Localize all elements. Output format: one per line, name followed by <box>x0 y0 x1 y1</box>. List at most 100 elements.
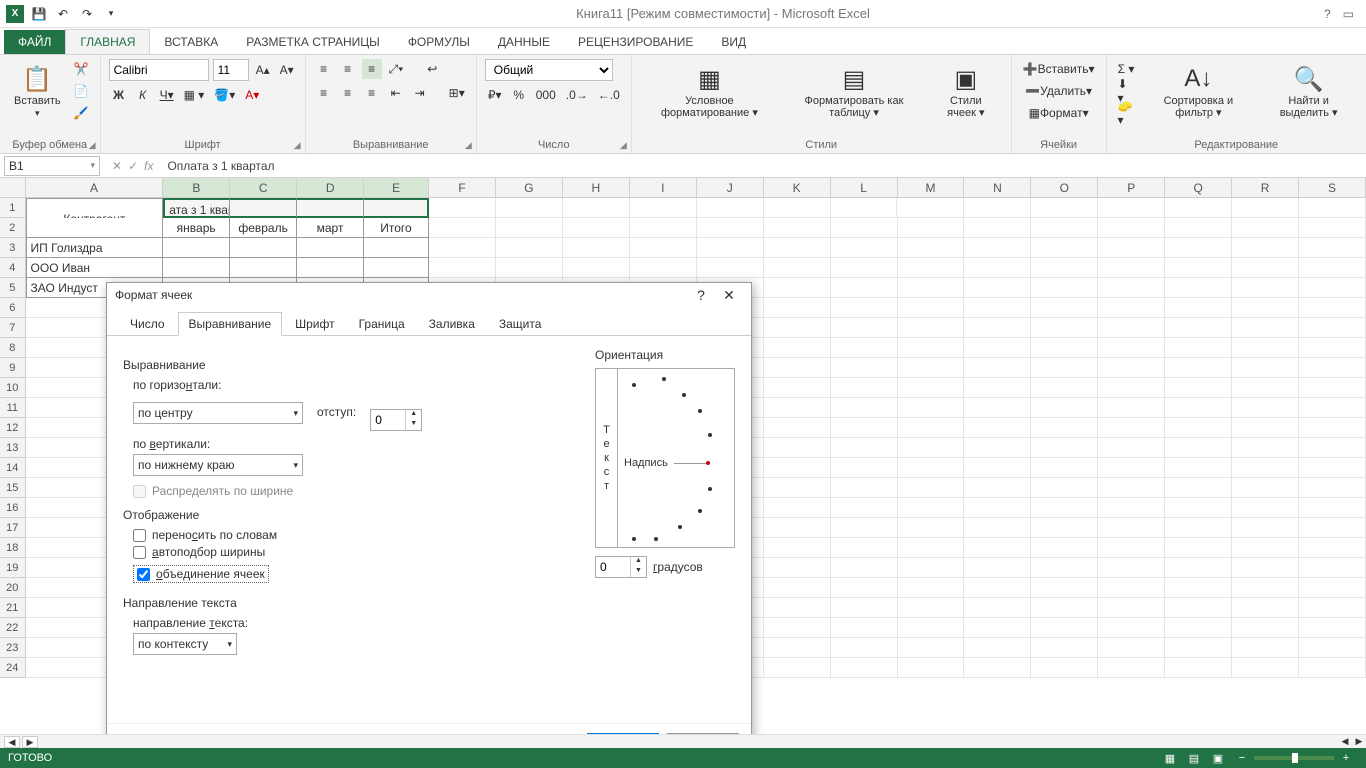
column-header[interactable]: I <box>630 178 697 197</box>
cell[interactable] <box>1031 338 1098 358</box>
row-header[interactable]: 24 <box>0 658 26 678</box>
cell[interactable] <box>831 478 898 498</box>
row-header[interactable]: 22 <box>0 618 26 638</box>
cell[interactable] <box>831 358 898 378</box>
cell[interactable] <box>1232 358 1299 378</box>
cell[interactable] <box>630 218 697 238</box>
cell[interactable] <box>1232 638 1299 658</box>
cell[interactable] <box>764 618 831 638</box>
cell[interactable] <box>964 618 1031 638</box>
cell[interactable] <box>1165 538 1232 558</box>
cell[interactable] <box>898 318 965 338</box>
cell[interactable] <box>1299 458 1366 478</box>
view-page-layout-icon[interactable]: ▤ <box>1182 752 1206 765</box>
cell[interactable] <box>831 218 898 238</box>
cell[interactable] <box>1299 398 1366 418</box>
cell[interactable] <box>1232 418 1299 438</box>
cell[interactable] <box>964 418 1031 438</box>
sort-filter-button[interactable]: A↓Сортировка и фильтр ▾ <box>1142 59 1256 123</box>
redo-icon[interactable]: ↷ <box>76 3 98 25</box>
cell[interactable] <box>1232 538 1299 558</box>
cell[interactable] <box>964 258 1031 278</box>
align-right-icon[interactable]: ≡ <box>362 83 382 103</box>
row-header[interactable]: 9 <box>0 358 26 378</box>
cell[interactable] <box>964 658 1031 678</box>
cell[interactable]: ООО Иван <box>26 258 164 278</box>
cell[interactable] <box>898 498 965 518</box>
cell[interactable] <box>630 258 697 278</box>
cell[interactable]: Итого <box>364 218 429 238</box>
cell[interactable] <box>1098 278 1165 298</box>
column-header[interactable]: C <box>230 178 297 197</box>
row-header[interactable]: 12 <box>0 418 26 438</box>
column-header[interactable]: E <box>364 178 429 197</box>
bold-button[interactable]: Ж <box>109 85 129 105</box>
horizontal-align-combo[interactable]: по центру▾ <box>133 402 303 424</box>
cell[interactable] <box>1232 398 1299 418</box>
row-header[interactable]: 17 <box>0 518 26 538</box>
cell[interactable] <box>1165 658 1232 678</box>
thousands-icon[interactable]: 000 <box>533 85 559 105</box>
cell[interactable] <box>1299 358 1366 378</box>
fx-icon[interactable]: fx <box>144 159 153 173</box>
row-header[interactable]: 3 <box>0 238 26 258</box>
dlg-tab-border[interactable]: Граница <box>348 312 416 336</box>
format-cells-button[interactable]: ▦ Формат ▾ <box>1020 103 1098 123</box>
dlg-tab-number[interactable]: Число <box>119 312 176 336</box>
cell[interactable] <box>1031 218 1098 238</box>
excel-app-icon[interactable]: X <box>4 3 26 25</box>
cell[interactable] <box>429 198 496 218</box>
cell[interactable] <box>831 278 898 298</box>
tab-review[interactable]: РЕЦЕНЗИРОВАНИЕ <box>564 30 707 54</box>
row-header[interactable]: 4 <box>0 258 26 278</box>
row-header[interactable]: 16 <box>0 498 26 518</box>
cell[interactable] <box>1098 598 1165 618</box>
cell[interactable] <box>898 378 965 398</box>
row-header[interactable]: 10 <box>0 378 26 398</box>
cell[interactable] <box>764 598 831 618</box>
cell[interactable] <box>697 238 764 258</box>
cell[interactable] <box>1098 658 1165 678</box>
paste-button[interactable]: 📋 Вставить ▾ <box>8 59 67 122</box>
cell[interactable] <box>1165 258 1232 278</box>
row-header[interactable]: 7 <box>0 318 26 338</box>
cell[interactable] <box>1031 378 1098 398</box>
cell[interactable] <box>230 258 297 278</box>
cell[interactable] <box>1232 598 1299 618</box>
cell[interactable] <box>964 358 1031 378</box>
cell[interactable] <box>898 338 965 358</box>
cell[interactable] <box>831 238 898 258</box>
cell[interactable] <box>1098 338 1165 358</box>
cell[interactable] <box>1031 458 1098 478</box>
cell[interactable] <box>1031 598 1098 618</box>
percent-icon[interactable]: % <box>509 85 529 105</box>
cell[interactable] <box>898 358 965 378</box>
dialog-titlebar[interactable]: Формат ячеек ? ✕ <box>107 283 751 307</box>
cell[interactable] <box>964 558 1031 578</box>
view-normal-icon[interactable]: ▦ <box>1158 752 1182 765</box>
cell[interactable] <box>831 638 898 658</box>
indent-value[interactable] <box>371 413 405 427</box>
cell[interactable] <box>1299 638 1366 658</box>
merge-icon[interactable]: ⊞▾ <box>446 83 468 103</box>
cell[interactable] <box>764 378 831 398</box>
number-launcher-icon[interactable]: ◢ <box>620 140 627 151</box>
cell[interactable] <box>1031 438 1098 458</box>
row-header[interactable]: 2 <box>0 218 26 238</box>
cell[interactable] <box>1031 658 1098 678</box>
orientation-dial[interactable]: Надпись <box>618 369 734 547</box>
row-header[interactable]: 1 <box>0 198 26 218</box>
column-header[interactable]: B <box>163 178 230 197</box>
cell[interactable] <box>764 658 831 678</box>
dlg-tab-fill[interactable]: Заливка <box>418 312 486 336</box>
cell[interactable] <box>1165 578 1232 598</box>
cell[interactable] <box>831 378 898 398</box>
cell[interactable] <box>764 458 831 478</box>
column-header[interactable]: R <box>1232 178 1299 197</box>
orientation-icon[interactable]: ⤢▾ <box>386 59 407 79</box>
cell[interactable] <box>1031 498 1098 518</box>
spin-down-icon[interactable]: ▼ <box>406 420 421 430</box>
cell[interactable] <box>964 398 1031 418</box>
cell[interactable] <box>1299 218 1366 238</box>
cell[interactable] <box>1031 258 1098 278</box>
